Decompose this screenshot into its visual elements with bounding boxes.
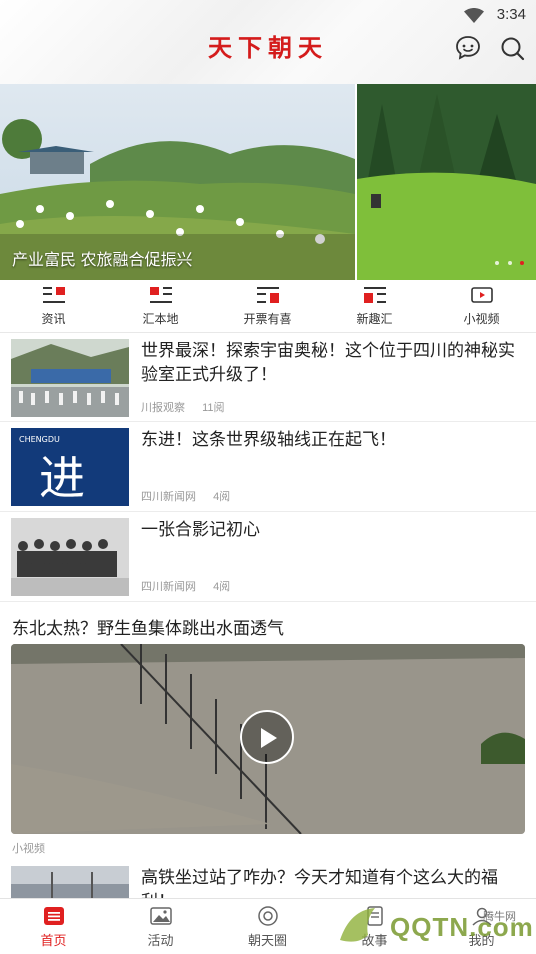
tab-home[interactable]: 首页 <box>0 905 107 949</box>
tab-circle[interactable]: 朝天圈 <box>214 905 321 949</box>
news-item[interactable]: 一张合影记初心 四川新闻网 4阅 <box>0 512 536 602</box>
chat-icon[interactable] <box>454 34 482 62</box>
video-icon <box>470 287 493 303</box>
news-title: 世界最深！探索宇宙奥秘！这个位于四川的神秘实验室正式升级了！ <box>141 341 515 384</box>
category-local[interactable]: 汇本地 <box>107 286 214 327</box>
thumb-char-text: 进 <box>39 451 85 505</box>
news-title: 东进！这条世界级轴线正在起飞！ <box>141 430 396 449</box>
category-label: 汇本地 <box>142 312 179 326</box>
video-tag: 小视频 <box>12 843 45 855</box>
news-meta: 四川新闻网 4阅 <box>141 578 244 594</box>
tab-label: 活动 <box>147 933 174 948</box>
news-reads: 4阅 <box>213 491 231 503</box>
video-player[interactable] <box>11 644 525 834</box>
carousel-indicator <box>491 252 524 270</box>
play-button[interactable] <box>240 710 294 764</box>
news-meta: 四川新闻网 4阅 <box>141 488 244 504</box>
watermark-logo-icon <box>340 908 375 942</box>
app-header: 天下朝天 <box>0 0 536 84</box>
fun-icon <box>363 287 386 303</box>
tab-activity[interactable]: 活动 <box>107 905 214 949</box>
video-title[interactable]: 东北太热？野生鱼集体跳出水面透气 <box>12 614 284 639</box>
play-icon <box>261 728 277 748</box>
news-source: 川报观察 <box>141 402 185 414</box>
carousel-dot-active <box>520 261 524 265</box>
thumb-logo-text: CHENGDU <box>19 435 60 444</box>
category-label: 新趣汇 <box>356 312 393 326</box>
category-label: 开票有喜 <box>243 312 292 326</box>
tab-label: 首页 <box>40 933 67 948</box>
search-icon[interactable] <box>498 34 526 62</box>
circle-icon <box>257 906 278 926</box>
news-thumbnail <box>11 518 129 596</box>
status-time: 3:34 <box>496 6 526 23</box>
ticket-icon <box>256 287 279 303</box>
news-source: 四川新闻网 <box>141 581 196 593</box>
category-short-video[interactable]: 小视频 <box>428 286 535 327</box>
wifi-icon <box>464 7 484 28</box>
watermark: QQTN.com 腾牛网 <box>330 898 536 953</box>
category-bar: 资讯 汇本地 开票有喜 新趣汇 小视频 <box>0 282 536 333</box>
banner-carousel[interactable]: 产业富民 农旅融合促振兴 <box>0 84 536 280</box>
banner-caption: 产业富民 农旅融合促振兴 <box>12 252 193 269</box>
news-item[interactable]: 高铁坐过站了咋办？今天才知道有个这么大的福利！ <box>0 860 536 900</box>
news-meta: 川报观察 11阅 <box>141 399 238 415</box>
category-fun[interactable]: 新趣汇 <box>321 286 428 327</box>
home-icon <box>43 907 64 925</box>
category-label: 小视频 <box>463 312 500 326</box>
tab-label: 朝天圈 <box>247 933 287 948</box>
category-news[interactable]: 资讯 <box>0 286 107 327</box>
local-icon <box>149 287 172 303</box>
news-thumbnail: CHENGDU 进 <box>11 428 129 506</box>
carousel-dot <box>507 261 512 265</box>
news-icon <box>42 287 65 303</box>
news-item[interactable]: CHENGDU 进 东进！这条世界级轴线正在起飞！ 四川新闻网 4阅 <box>0 422 536 512</box>
watermark-site: 腾牛网 <box>483 911 516 923</box>
banner-next-image[interactable] <box>357 84 536 280</box>
news-thumbnail <box>11 866 129 900</box>
category-label: 资讯 <box>41 312 66 326</box>
news-item[interactable]: 世界最深！探索宇宙奥秘！这个位于四川的神秘实验室正式升级了！ 川报观察 11阅 <box>0 333 536 422</box>
news-reads: 4阅 <box>213 581 231 593</box>
image-icon <box>149 907 172 925</box>
news-source: 四川新闻网 <box>141 491 196 503</box>
news-title: 一张合影记初心 <box>141 520 260 539</box>
news-thumbnail <box>11 339 129 417</box>
news-title: 高铁坐过站了咋办？今天才知道有个这么大的福利！ <box>141 868 498 900</box>
carousel-dot <box>495 261 500 265</box>
news-reads: 11阅 <box>202 402 225 414</box>
category-ticket[interactable]: 开票有喜 <box>214 286 321 327</box>
